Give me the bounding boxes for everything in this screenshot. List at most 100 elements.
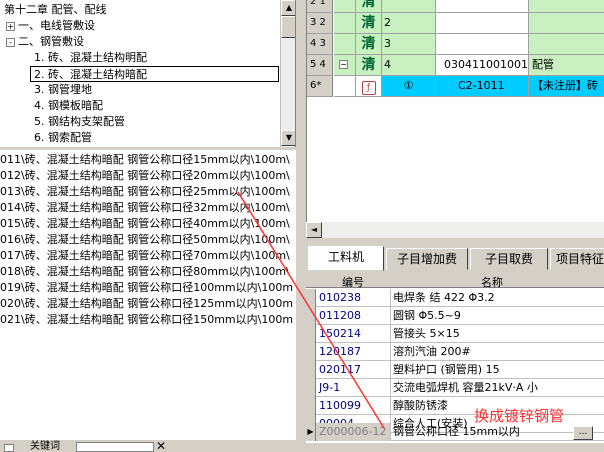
resource-code[interactable]: 150214 xyxy=(316,325,391,343)
cell[interactable]: 【未注册】砖 xyxy=(529,76,604,97)
tree-item-label: 5. 钢结构支架配管 xyxy=(34,115,125,128)
resource-name[interactable]: 塑料护口 (钢管用) 15 xyxy=(391,361,604,379)
list-item[interactable]: 021\砖、混凝土结构暗配 钢管公称口径150mm以内\100m xyxy=(0,312,296,328)
tree-item-label: 1. 砖、混凝土结构明配 xyxy=(34,51,147,64)
chapter-tree: 第十二章 配管、配线 + 一、电线管敷设 - 二、钢管敷设 1. 砖、混凝土结构明配… xyxy=(0,0,296,147)
info-icon[interactable]: ① xyxy=(382,76,436,97)
list-item[interactable]: 019\砖、混凝土结构暗配 钢管公称口径100mm以内\100m xyxy=(0,280,296,296)
tree-item-exposed[interactable]: 1. 砖、混凝土结构明配 xyxy=(34,50,147,66)
clear-icon[interactable]: ✕ xyxy=(156,440,166,452)
row-indicator xyxy=(306,379,316,397)
cell[interactable]: 3 xyxy=(382,34,436,55)
tree-item-label: 6. 钢索配管 xyxy=(34,131,92,144)
table-row[interactable]: 010238 电焊条 结 422 Φ3.2 xyxy=(306,289,604,307)
grid-scrollbar[interactable]: ◄ xyxy=(306,222,604,238)
scroll-down-icon[interactable]: ▼ xyxy=(281,130,295,146)
tab-features[interactable]: 项目特征 xyxy=(550,248,604,270)
cell[interactable]: 4 xyxy=(382,55,436,76)
row-indicator xyxy=(306,307,316,325)
cell[interactable] xyxy=(529,0,604,13)
collapse-icon[interactable]: − xyxy=(339,60,348,69)
cell[interactable] xyxy=(436,0,529,13)
tree-item-chapter[interactable]: 第十二章 配管、配线 xyxy=(4,2,107,18)
resource-code[interactable]: 120187 xyxy=(316,343,391,361)
row-number: 5 4 xyxy=(307,55,333,76)
cell[interactable]: 030411001001 xyxy=(436,55,529,76)
tree-item-label: 一、电线管敷设 xyxy=(18,19,95,32)
table-row[interactable]: 020117 塑料护口 (钢管用) 15 xyxy=(306,361,604,379)
scroll-up-icon[interactable]: ▲ xyxy=(281,0,295,16)
list-item[interactable]: 015\砖、混凝土结构暗配 钢管公称口径40mm以内\100m\ xyxy=(0,216,296,232)
resource-code[interactable]: 110099 xyxy=(316,397,391,415)
list-item[interactable]: 011\砖、混凝土结构暗配 钢管公称口径15mm以内\100m\ xyxy=(0,152,296,168)
table-row[interactable]: 150214 管接头 5×15 xyxy=(306,325,604,343)
resource-code[interactable]: 020117 xyxy=(316,361,391,379)
row-indicator xyxy=(306,361,316,379)
row-number: 3 2 xyxy=(307,13,333,34)
list-item[interactable]: 020\砖、混凝土结构暗配 钢管公称口径125mm以内\100m xyxy=(0,296,296,312)
tree-item-cable[interactable]: 6. 钢索配管 xyxy=(34,130,92,146)
tree-item-conduit[interactable]: + 一、电线管敷设 xyxy=(6,18,95,34)
tree-item-steel-pipe[interactable]: - 二、钢管敷设 xyxy=(6,34,84,50)
table-row[interactable]: 3 2 清 2 xyxy=(307,13,604,34)
qing-marker: 清 xyxy=(356,55,382,76)
tree-item-formwork[interactable]: 4. 钢模板暗配 xyxy=(34,98,103,114)
current-row-icon: ▶ xyxy=(306,423,316,441)
cell[interactable] xyxy=(436,34,529,55)
list-item[interactable]: 017\砖、混凝土结构暗配 钢管公称口径70mm以内\100m\ xyxy=(0,248,296,264)
list-item[interactable]: 018\砖、混凝土结构暗配 钢管公称口径80mm以内\100m\ xyxy=(0,264,296,280)
resource-name[interactable]: 管接头 5×15 xyxy=(391,325,604,343)
resource-name[interactable]: 交流电弧焊机 容量21kV·A 小 xyxy=(391,379,604,397)
table-header: 编号 名称 xyxy=(306,273,604,289)
cell xyxy=(334,76,356,97)
qing-marker: 清 xyxy=(356,13,382,34)
tree-item-label: 二、钢管敷设 xyxy=(18,35,84,48)
item-icon: ƒ xyxy=(356,76,382,97)
tree-item-buried[interactable]: 3. 钢管埋地 xyxy=(34,82,92,98)
cell xyxy=(334,34,356,55)
table-row[interactable]: 4 3 清 3 xyxy=(307,34,604,55)
keyword-input[interactable] xyxy=(76,442,154,452)
tree-item-steel-structure[interactable]: 5. 钢结构支架配管 xyxy=(34,114,125,130)
row-indicator xyxy=(306,325,316,343)
cell[interactable]: 配管 xyxy=(529,55,604,76)
collapse-icon[interactable]: - xyxy=(6,37,15,47)
table-row[interactable]: 2 1 清 xyxy=(307,0,604,13)
table-row[interactable]: 6* ƒ ① C2-1011 【未注册】砖 xyxy=(307,76,604,97)
list-item[interactable]: 016\砖、混凝土结构暗配 钢管公称口径50mm以内\100m\ xyxy=(0,232,296,248)
keyword-label: 关键词 xyxy=(30,441,60,452)
resource-name[interactable]: 溶剂汽油 200# xyxy=(391,343,604,361)
tab-bar: 工料机 子目增加费 子目取费 项目特征 xyxy=(306,244,604,272)
resource-name[interactable]: 圆钢 Φ5.5~9 xyxy=(391,307,604,325)
resource-code[interactable]: Z000006-12 xyxy=(316,423,391,441)
scroll-left-icon[interactable]: ◄ xyxy=(306,222,322,238)
tab-materials[interactable]: 工料机 xyxy=(308,246,384,271)
table-row[interactable]: 011208 圆钢 Φ5.5~9 xyxy=(306,307,604,325)
list-item[interactable]: 012\砖、混凝土结构暗配 钢管公称口径20mm以内\100m\ xyxy=(0,168,296,184)
list-item[interactable]: 014\砖、混凝土结构暗配 钢管公称口径32mm以内\100m\ xyxy=(0,200,296,216)
table-row[interactable]: 120187 溶剂汽油 200# xyxy=(306,343,604,361)
ellipsis-button[interactable]: ... xyxy=(573,426,593,440)
scroll-thumb[interactable] xyxy=(281,16,295,38)
tab-fees[interactable]: 子目取费 xyxy=(470,248,548,270)
table-row[interactable]: 5 4 − 清 4 030411001001 配管 xyxy=(307,55,604,76)
resource-code[interactable]: 011208 xyxy=(316,307,391,325)
list-item[interactable]: 013\砖、混凝土结构暗配 钢管公称口径25mm以内\100m\ xyxy=(0,184,296,200)
cell[interactable]: C2-1011 xyxy=(436,76,529,97)
table-row[interactable]: J9-1 交流电弧焊机 容量21kV·A 小 xyxy=(306,379,604,397)
resource-code[interactable]: 010238 xyxy=(316,289,391,307)
cell[interactable] xyxy=(529,13,604,34)
cell[interactable] xyxy=(529,34,604,55)
tree-item-concealed[interactable]: 2. 砖、混凝土结构暗配 xyxy=(30,66,279,82)
resource-code[interactable]: J9-1 xyxy=(316,379,391,397)
row-indicator xyxy=(306,289,316,307)
cell[interactable]: 2 xyxy=(382,13,436,34)
cell[interactable] xyxy=(436,13,529,34)
tree-scrollbar[interactable]: ▲ ▼ xyxy=(280,0,295,147)
row-indicator xyxy=(306,397,316,415)
cell[interactable] xyxy=(382,0,436,13)
expand-icon[interactable]: + xyxy=(6,21,15,31)
search-icon[interactable] xyxy=(4,444,14,452)
tab-surcharge[interactable]: 子目增加费 xyxy=(386,248,468,270)
resource-name[interactable]: 电焊条 结 422 Φ3.2 xyxy=(391,289,604,307)
